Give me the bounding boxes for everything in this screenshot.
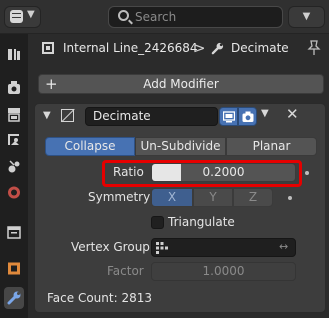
symmetry-axis-z[interactable]: Z [233, 188, 273, 207]
breadcrumb: Internal Line_2426684 > Decimate [30, 34, 329, 63]
breadcrumb-separator: > [193, 39, 206, 57]
modifier-menu-chevron-icon[interactable]: ▼ [261, 108, 269, 119]
collapse-panel-chevron-icon[interactable]: ▼ [43, 110, 51, 121]
properties-top-bar: ▼ ▼ [0, 0, 329, 34]
mode-un-subdivide-button[interactable]: Un-Subdivide [135, 137, 226, 156]
vertex-group-field[interactable]: ↔ [151, 238, 296, 257]
chevron-down-icon: ▼ [27, 9, 35, 20]
edit-mode-toggle[interactable] [219, 107, 238, 126]
tab-scene[interactable] [4, 156, 24, 178]
view-layer-icon [8, 134, 19, 145]
decimate-icon [61, 109, 74, 122]
tab-render[interactable] [4, 78, 24, 100]
triangulate-checkbox[interactable] [151, 216, 164, 229]
mode-planar-button[interactable]: Planar [226, 137, 317, 156]
vertex-group-icon [156, 242, 168, 254]
collection-icon [7, 226, 21, 239]
decimate-modifier-panel: ▼ Decimate ▼ ✕ Collapse Un-Subdivide Pla… [34, 103, 326, 313]
search-field[interactable] [108, 6, 283, 28]
mode-collapse-button[interactable]: Collapse [45, 137, 135, 156]
modifier-wrench-icon [7, 291, 21, 305]
object-icon [42, 42, 54, 54]
symmetry-label: Symmetry [88, 190, 151, 204]
vertex-group-label: Vertex Group [71, 240, 150, 254]
scene-icon [8, 160, 20, 173]
tab-output[interactable] [4, 104, 24, 126]
render-toggle[interactable] [238, 107, 257, 126]
editor-type-icon [10, 10, 23, 23]
add-modifier-label: Add Modifier [143, 77, 219, 91]
tab-collection[interactable] [4, 222, 24, 244]
pin-icon[interactable] [307, 40, 321, 56]
ratio-highlight-box [102, 160, 302, 187]
decimate-mode-selector: Collapse Un-Subdivide Planar [45, 137, 317, 156]
options-dropdown-button[interactable]: ▼ [288, 6, 325, 28]
tool-icon [8, 49, 20, 60]
tab-modifiers[interactable] [4, 287, 24, 309]
object-icon [8, 262, 20, 275]
camera-icon [242, 111, 254, 122]
search-input[interactable] [135, 9, 275, 25]
symmetry-axis-y[interactable]: Y [193, 188, 233, 207]
object-name: Internal Line_2426684 [63, 41, 198, 55]
output-icon [8, 108, 20, 122]
edit-mode-icon [223, 111, 235, 123]
modifier-name-field[interactable]: Decimate [85, 107, 218, 126]
close-icon[interactable]: ✕ [286, 105, 299, 123]
tab-tool[interactable] [4, 44, 24, 66]
editor-type-button[interactable]: ▼ [4, 6, 41, 28]
tab-object[interactable] [4, 258, 24, 280]
face-count-label: Face Count: 2813 [47, 291, 152, 305]
world-icon [8, 186, 20, 199]
symmetry-axis-x[interactable]: X [151, 188, 193, 207]
triangulate-label: Triangulate [168, 215, 235, 229]
properties-tab-bar [0, 34, 28, 318]
animate-property-dot[interactable] [305, 171, 309, 175]
modifier-wrench-icon [211, 42, 224, 55]
tab-view-layer[interactable] [4, 130, 24, 152]
tab-world[interactable] [4, 182, 24, 204]
render-icon [8, 81, 20, 94]
invert-vertex-group-icon[interactable]: ↔ [279, 240, 288, 253]
search-icon [118, 10, 129, 21]
add-modifier-button[interactable]: + Add Modifier [38, 74, 324, 94]
factor-value: 1.0000 [202, 264, 245, 278]
factor-slider: 1.0000 [151, 262, 296, 281]
factor-label: Factor [107, 264, 144, 278]
animate-property-dot[interactable] [288, 196, 292, 200]
modifier-context-label: Decimate [231, 41, 289, 55]
